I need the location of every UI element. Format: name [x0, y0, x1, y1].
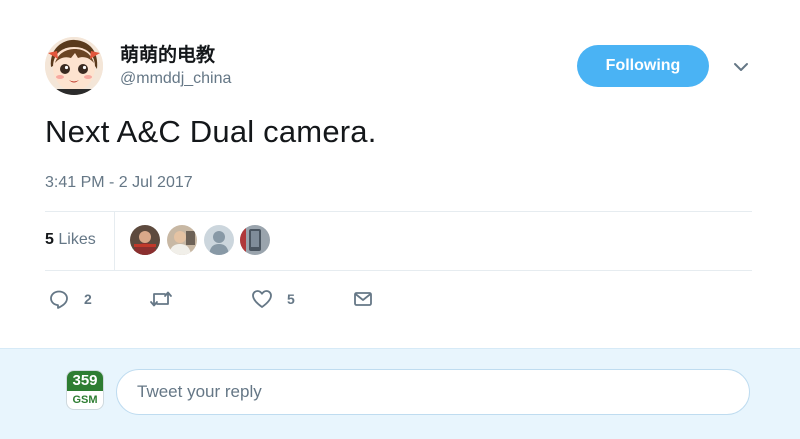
direct-message-action[interactable]	[352, 288, 374, 310]
badge-top-text: 359	[67, 371, 103, 391]
retweet-icon	[150, 291, 172, 307]
following-button[interactable]: Following	[577, 45, 709, 87]
author-display-name[interactable]: 萌萌的电教	[120, 40, 215, 67]
stats-bottom-divider	[45, 270, 752, 271]
reply-action[interactable]: 2	[48, 288, 92, 310]
liker-avatar-1[interactable]	[130, 225, 160, 255]
default-avatar[interactable]	[204, 225, 234, 255]
likes-stat[interactable]: 5 Likes	[45, 231, 96, 249]
stats-top-divider	[45, 211, 752, 212]
likes-label: Likes	[58, 231, 96, 248]
reply-count: 2	[84, 291, 92, 307]
like-action[interactable]: 5	[251, 288, 295, 310]
heart-icon	[252, 290, 272, 308]
retweet-action[interactable]	[149, 288, 187, 310]
author-avatar[interactable]	[45, 37, 103, 95]
like-count: 5	[287, 291, 295, 307]
tweet-timestamp[interactable]: 3:41 PM - 2 Jul 2017	[45, 174, 193, 192]
likes-count: 5	[45, 231, 54, 248]
liker-avatar-4[interactable]	[240, 225, 270, 255]
anime-girl-avatar-icon	[45, 37, 103, 95]
author-username[interactable]: @mmddj_china	[120, 70, 231, 88]
liker-avatar-2[interactable]	[167, 225, 197, 255]
badge-bottom-text: GSM	[72, 394, 98, 406]
envelope-icon	[354, 292, 372, 306]
chevron-down-icon[interactable]	[730, 56, 752, 78]
stats-vertical-divider	[114, 212, 115, 270]
tweet-text: Next A&C Dual camera.	[45, 114, 377, 149]
gsmarena-badge: 359 GSM	[66, 370, 104, 410]
reply-icon	[50, 290, 68, 309]
reply-input[interactable]	[116, 369, 750, 415]
tweet-card: 萌萌的电教 @mmddj_china Following Next A&C Du…	[0, 0, 800, 348]
